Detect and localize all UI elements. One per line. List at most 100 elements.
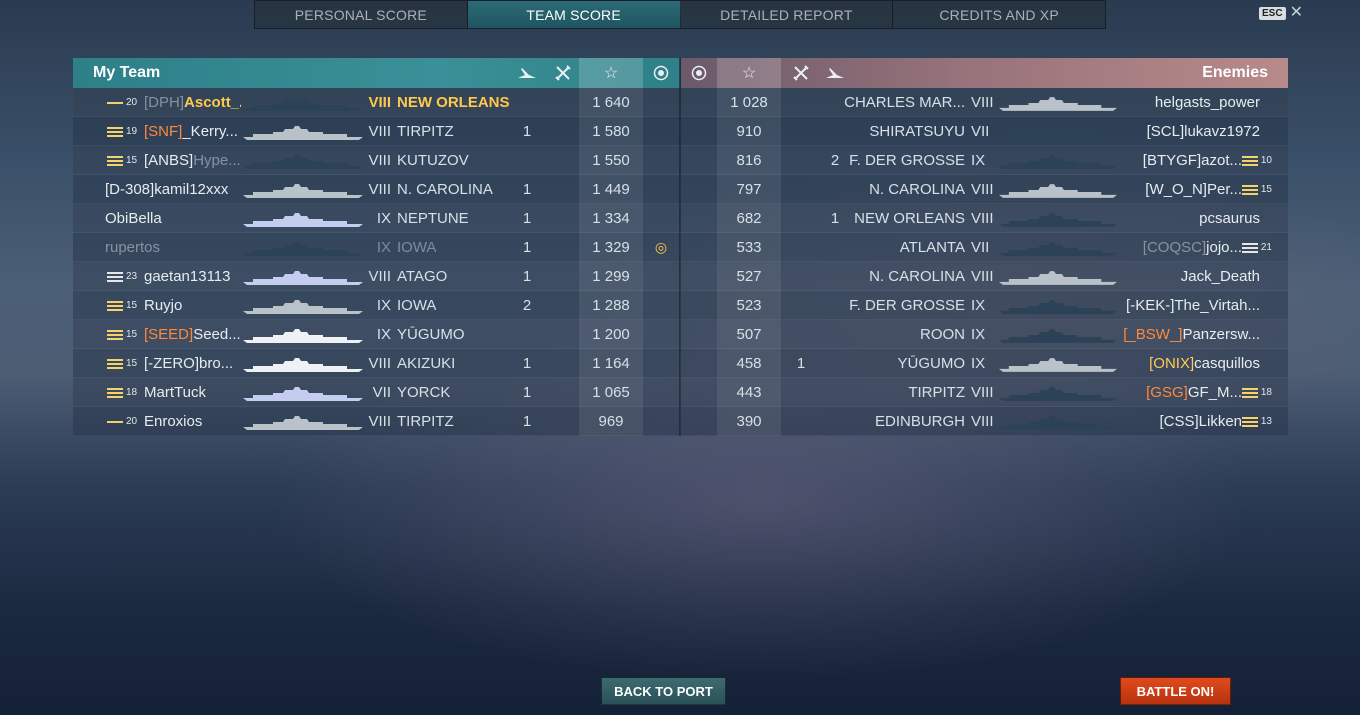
kills-count bbox=[819, 291, 851, 320]
clan-tag: [-ZERO] bbox=[144, 355, 199, 372]
base-xp: 910 bbox=[717, 117, 781, 146]
player-name-cell: [W_O_N]Per... bbox=[1145, 175, 1242, 204]
rank: 20 bbox=[107, 88, 137, 117]
ship-silhouette-icon bbox=[243, 416, 363, 430]
rank: 15 bbox=[107, 146, 137, 175]
player-row[interactable]: 15 [-ZERO]bro... VIII AKIZUKI 1 1 164 bbox=[73, 349, 680, 378]
base-xp: 1 200 bbox=[579, 320, 643, 349]
ship-name: AKIZUKI bbox=[397, 355, 456, 372]
ship-silhouette-icon bbox=[999, 329, 1117, 343]
player-row[interactable]: 507 ROON IX [_BSW_]Panzersw... bbox=[681, 320, 1288, 349]
player-row[interactable]: rupertos IX IOWA 1 1 329 ◎ bbox=[73, 233, 680, 262]
player-row[interactable]: 910 SHIRATSUYU VII [SCL]lukavz1972 bbox=[681, 117, 1288, 146]
ship-silhouette-icon bbox=[243, 126, 363, 140]
player-row[interactable]: 23 gaetan13113 VIII ATAGO 1 1 299 bbox=[73, 262, 680, 291]
player-row[interactable]: 816 2 F. DER GROßE IX [BTYGF]azot... 10 bbox=[681, 146, 1288, 175]
rank-number: 21 bbox=[1260, 242, 1272, 253]
clan-tag: [_BSW_] bbox=[1123, 326, 1183, 343]
close-icon[interactable]: ✕ bbox=[1290, 5, 1303, 21]
planes-count bbox=[785, 204, 817, 233]
ship-name: YORCK bbox=[397, 384, 451, 401]
ship-tier: IX bbox=[376, 326, 391, 343]
planes-count bbox=[785, 262, 817, 291]
player-row[interactable]: 18 MartTuck VII YORCK 1 1 065 bbox=[73, 378, 680, 407]
player-row[interactable]: 15 [ANBS]Hype... VIII KUTUZOV 1 550 bbox=[73, 146, 680, 175]
player-name: helgasts_power bbox=[1154, 94, 1260, 111]
base-xp: 1 640 bbox=[579, 88, 643, 117]
player-name-cell: [CSS]Likken bbox=[1159, 407, 1242, 436]
kills-count: 1 bbox=[522, 123, 532, 140]
ship-tier: VIII bbox=[368, 123, 391, 140]
ship-silhouette-icon bbox=[243, 242, 363, 256]
ship-tier: VIII bbox=[971, 181, 994, 198]
esc-close[interactable]: ESC ✕ bbox=[1259, 5, 1303, 21]
player-name-cell: [_BSW_]Panzersw... bbox=[1123, 320, 1260, 349]
player-name: Panzersw... bbox=[1182, 326, 1260, 343]
player-row[interactable]: [D-308]kamil12xxx VIII N. CAROLINA 1 1 449 bbox=[73, 175, 680, 204]
player-row[interactable]: 390 EDINBURGH VIII [CSS]Likken 13 bbox=[681, 407, 1288, 436]
player-name: casquillos bbox=[1194, 355, 1260, 372]
tab-personal-score[interactable]: PERSONAL SCORE bbox=[255, 1, 468, 28]
base-xp: 390 bbox=[717, 407, 781, 436]
rank-icon bbox=[107, 416, 123, 427]
enemy-team-panel: ☆ Enemies 1 028 CHARLES MAR... VIII helgast… bbox=[681, 58, 1288, 436]
ship-name: EDINBURGH bbox=[874, 413, 965, 430]
ship-silhouette-icon bbox=[999, 213, 1117, 227]
player-row[interactable]: 19 [SNF]_Kerry... VIII TIRPITZ 1 1 580 bbox=[73, 117, 680, 146]
planes-count bbox=[785, 378, 817, 407]
player-row[interactable]: 20 [DPH]Ascott_... VIII NEW ORLEANS 1 640 bbox=[73, 88, 680, 117]
player-row[interactable]: 1 028 CHARLES MAR... VIII helgasts_power bbox=[681, 88, 1288, 117]
rank-number: 15 bbox=[126, 358, 138, 369]
player-row[interactable]: 533 ATLANTA VII [COQSC]jojo... 21 bbox=[681, 233, 1288, 262]
tab-team-score[interactable]: TEAM SCORE bbox=[467, 1, 681, 28]
ship-tier: VII bbox=[971, 123, 990, 140]
player-name: Jack_Death bbox=[1180, 268, 1260, 285]
ship-silhouette-icon bbox=[243, 155, 363, 169]
player-row[interactable]: 458 1 YŪGUMO IX [ONIX]casquillos bbox=[681, 349, 1288, 378]
player-name: rupertos bbox=[105, 239, 161, 256]
kills-count: 1 bbox=[522, 210, 532, 227]
rank-icon bbox=[107, 126, 123, 137]
ship-name: ATLANTA bbox=[899, 239, 965, 256]
rank: 23 bbox=[107, 262, 137, 291]
player-name: _Kerry... bbox=[182, 123, 238, 140]
enemy-team-header: ☆ Enemies bbox=[681, 58, 1288, 88]
ship-tier: IX bbox=[971, 326, 986, 343]
player-row[interactable]: 682 1 NEW ORLEANS VIII pcsaurus bbox=[681, 204, 1288, 233]
ship-silhouette-icon bbox=[243, 329, 363, 343]
player-row[interactable]: ObiBella IX NEPTUNE 1 1 334 bbox=[73, 204, 680, 233]
player-row[interactable]: 797 N. CAROLINA VIII [W_O_N]Per... 15 bbox=[681, 175, 1288, 204]
player-row[interactable]: 527 N. CAROLINA VIII Jack_Death bbox=[681, 262, 1288, 291]
player-row[interactable]: 15 [SEED]Seed... IX YŪGUMO 1 200 bbox=[73, 320, 680, 349]
ship-name: KUTUZOV bbox=[397, 152, 469, 169]
ship-silhouette-icon bbox=[999, 155, 1117, 169]
rank-number: 15 bbox=[1260, 184, 1272, 195]
player-row[interactable]: 15 Ruyjo IX IOWA 2 1 288 bbox=[73, 291, 680, 320]
rank-icon bbox=[1241, 416, 1258, 427]
player-name: jojo... bbox=[1206, 239, 1242, 256]
base-xp: 1 288 bbox=[579, 291, 643, 320]
ship-name: IOWA bbox=[397, 239, 437, 256]
tab-credits-and-xp[interactable]: CREDITS AND XP bbox=[893, 1, 1105, 28]
planes-count bbox=[785, 175, 817, 204]
player-row[interactable]: 523 F. DER GROßE IX [-KEK-]The_Virtah... bbox=[681, 291, 1288, 320]
ship-silhouette-icon bbox=[243, 97, 363, 111]
player-row[interactable]: 443 TIRPITZ VIII [GSG]GF_M... 18 bbox=[681, 378, 1288, 407]
base-xp: 1 299 bbox=[579, 262, 643, 291]
rank: 18 bbox=[107, 378, 137, 407]
back-to-port-button[interactable]: BACK TO PORT bbox=[601, 677, 726, 705]
battle-button[interactable]: BATTLE ON! bbox=[1120, 677, 1231, 705]
clan-tag: [ANBS] bbox=[144, 152, 194, 169]
player-name: kamil12xxx bbox=[154, 181, 229, 198]
rank-icon bbox=[107, 387, 123, 398]
ship-silhouette-icon bbox=[999, 271, 1117, 285]
kills-count: 1 bbox=[522, 413, 532, 430]
player-row[interactable]: 20 Enroxios VIII TIRPITZ 1 969 bbox=[73, 407, 680, 436]
player-name: Per... bbox=[1206, 181, 1242, 198]
clan-tag: [ONIX] bbox=[1149, 355, 1195, 372]
tab-detailed-report[interactable]: DETAILED REPORT bbox=[681, 1, 894, 28]
player-name: bro... bbox=[199, 355, 234, 372]
medal-icon: ◎ bbox=[654, 239, 668, 255]
medal-icon bbox=[645, 58, 677, 88]
planes-destroyed-icon bbox=[511, 58, 543, 88]
